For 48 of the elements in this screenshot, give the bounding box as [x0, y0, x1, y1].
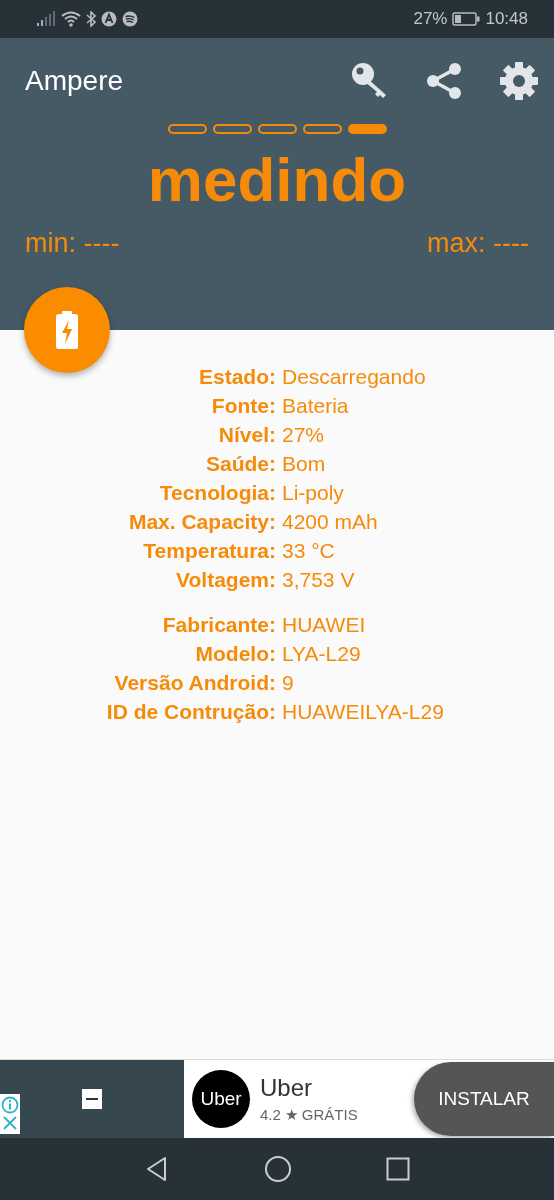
recent-apps-icon[interactable]: [386, 1157, 410, 1181]
min-value: min: ----: [25, 228, 120, 259]
app-name: Uber: [260, 1074, 314, 1102]
info-label: Temperatura:: [142, 538, 276, 564]
info-value: Bom: [282, 451, 327, 477]
max-value: max: ----: [427, 228, 529, 259]
info-label: ID de Contrução:: [105, 699, 276, 725]
circle-a-icon: [101, 11, 117, 27]
app-rating: 4.2: [260, 1106, 281, 1124]
install-button[interactable]: INSTALAR: [414, 1062, 554, 1136]
battery-percent: 27%: [413, 9, 448, 29]
battery-charging-icon: [55, 311, 79, 349]
info-label: Nível:: [217, 422, 276, 448]
clock: 10:48: [485, 9, 528, 29]
info-label: Saúde:: [205, 451, 276, 477]
info-value: 3,753 V: [282, 567, 356, 593]
home-icon[interactable]: [264, 1155, 292, 1183]
battery-fab[interactable]: [24, 287, 110, 373]
info-label: Voltagem:: [175, 567, 276, 593]
signal-icon: [36, 11, 56, 27]
bluetooth-icon: [86, 11, 96, 27]
info-value: Li-poly: [282, 480, 345, 506]
music-app-icon: [122, 11, 138, 27]
app-price: GRÁTIS: [301, 1106, 358, 1124]
info-label: Max. Capacity:: [127, 509, 276, 535]
star-icon: ★: [284, 1106, 298, 1124]
app-title: Ampere: [25, 65, 124, 97]
info-value: 9: [282, 670, 295, 696]
info-value: HUAWEI: [282, 612, 367, 638]
battery-icon: [452, 12, 481, 26]
settings-icon[interactable]: [498, 60, 540, 102]
info-label: Fonte:: [210, 393, 276, 419]
info-label: Versão Android:: [113, 670, 276, 696]
info-value: Descarregando: [282, 364, 427, 390]
share-icon[interactable]: [424, 61, 464, 101]
info-label: Modelo:: [194, 641, 276, 667]
info-value: HUAWEILYA-L29: [282, 699, 445, 725]
info-value: 27%: [282, 422, 326, 448]
info-value: 4200 mAh: [282, 509, 379, 535]
app-logo: Uber: [192, 1070, 250, 1128]
info-label: Estado:: [198, 364, 276, 390]
measurement-status: medindo: [146, 144, 408, 216]
info-value: LYA-L29: [282, 641, 362, 667]
info-label: Tecnologia:: [158, 480, 276, 506]
wifi-icon: [61, 11, 81, 27]
info-value: Bateria: [282, 393, 350, 419]
info-label: Fabricante:: [161, 612, 276, 638]
info-value: 33 °C: [282, 538, 336, 564]
